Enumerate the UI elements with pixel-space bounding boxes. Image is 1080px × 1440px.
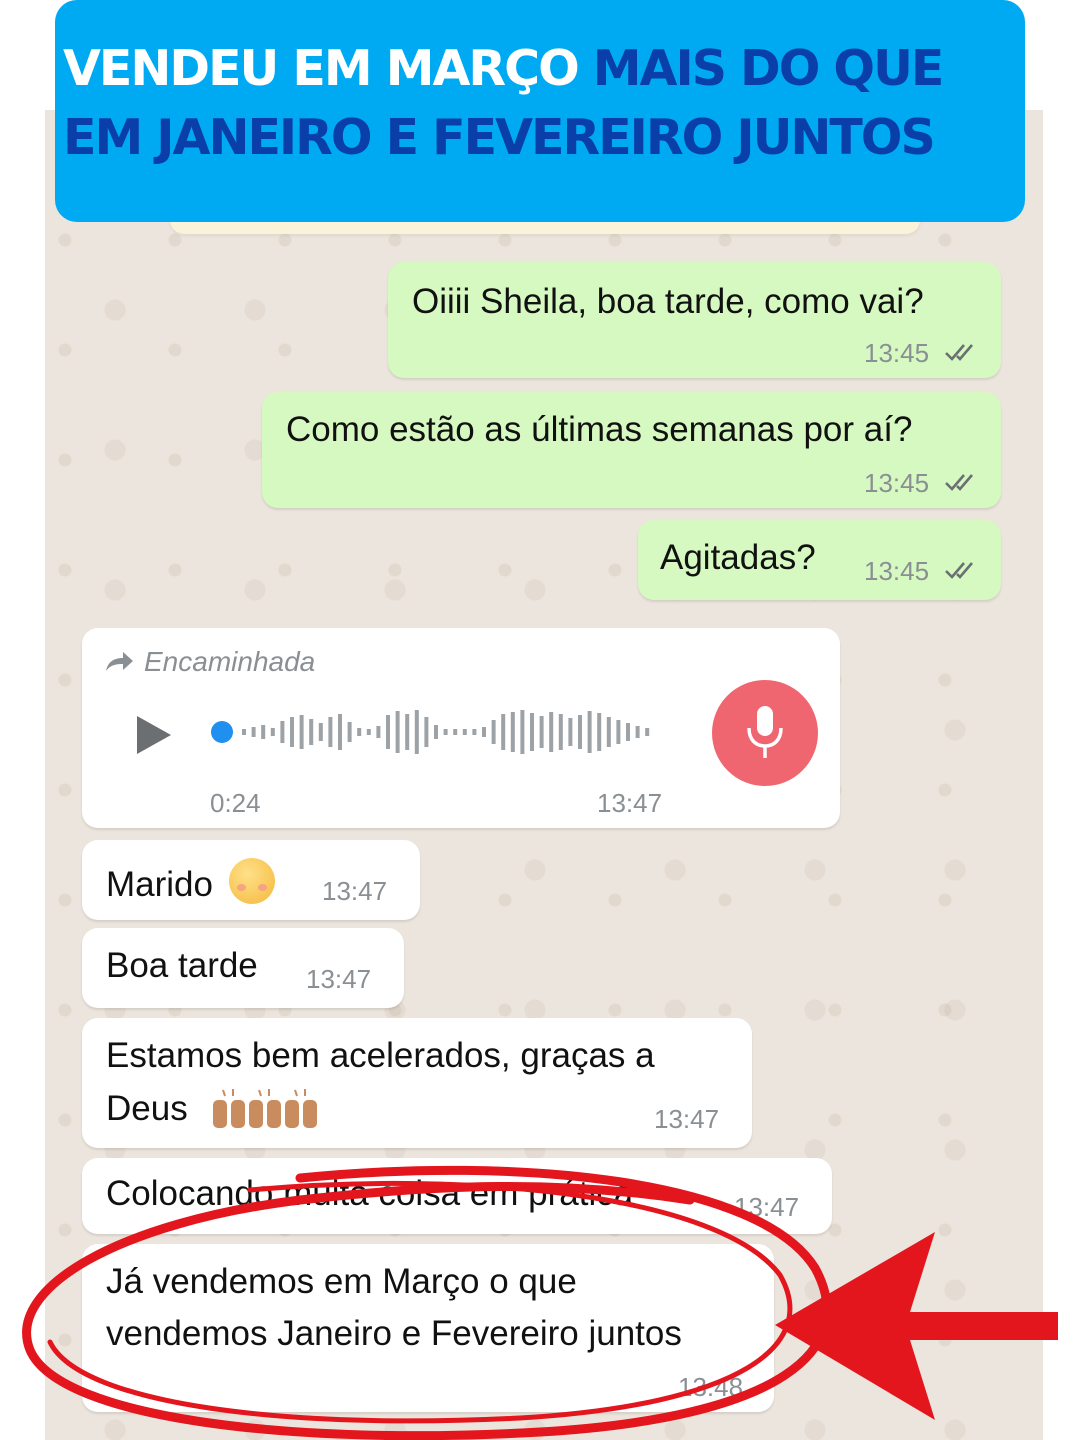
message-text: Marido — [106, 858, 275, 905]
outgoing-message-3[interactable]: Agitadas? 13:45 — [638, 520, 1001, 600]
message-time: 13:47 — [306, 964, 372, 994]
message-text: Colocando muita coisa em prática — [106, 1174, 634, 1213]
forwarded-text: Encaminhada — [144, 646, 316, 677]
message-text: Como estão as últimas semanas por aí? — [286, 410, 913, 449]
headline-blue-text: MAIS DO QUE — [592, 40, 945, 97]
incoming-message-5[interactable]: Já vendemos em Março o que vendemos Jane… — [82, 1244, 774, 1412]
message-time: 13:47 — [597, 788, 663, 818]
outgoing-message-1[interactable]: Oiiii Sheila, boa tarde, como vai? 13:45 — [388, 262, 1001, 378]
double-check-icon — [944, 472, 980, 492]
audio-waveform[interactable] — [202, 702, 662, 762]
message-text: Agitadas? — [660, 538, 816, 577]
headline-banner: VENDEU EM MARÇO MAIS DO QUE EM JANEIRO E… — [55, 0, 1025, 222]
incoming-message-1[interactable]: Marido 13:47 — [82, 840, 420, 920]
outgoing-message-2[interactable]: Como estão as últimas semanas por aí? 13… — [262, 392, 1001, 508]
forward-arrow-icon — [104, 648, 134, 680]
message-time: 13:45 — [864, 556, 930, 586]
message-text-line-1: Estamos bem acelerados, graças a — [106, 1036, 655, 1075]
message-text-line-2: Deus — [106, 1086, 319, 1139]
double-check-icon — [944, 560, 980, 580]
double-check-icon — [944, 342, 980, 362]
message-text-content: Marido — [106, 865, 213, 904]
headline-white-text: VENDEU EM MARÇO — [63, 40, 593, 97]
message-time: 13:47 — [322, 876, 388, 906]
incoming-message-4[interactable]: Colocando muita coisa em prática 13:47 — [82, 1158, 832, 1234]
message-time: 13:47 — [734, 1192, 800, 1222]
incoming-message-3[interactable]: Estamos bem acelerados, graças a Deus 13… — [82, 1018, 752, 1148]
forwarded-label: Encaminhada — [104, 646, 315, 680]
raising-hands-emoji — [209, 1086, 319, 1139]
incoming-message-2[interactable]: Boa tarde 13:47 — [82, 928, 404, 1008]
microphone-button[interactable] — [712, 680, 818, 786]
headline-line-2: EM JANEIRO E FEVEREIRO JUNTOS — [63, 109, 936, 166]
message-time: 13:45 — [864, 468, 930, 498]
message-time: 13:47 — [654, 1104, 720, 1134]
smiling-face-emoji — [228, 858, 275, 904]
message-text: Oiiii Sheila, boa tarde, como vai? — [412, 282, 924, 321]
audio-duration: 0:24 — [210, 788, 261, 818]
message-text-content: Deus — [106, 1089, 188, 1128]
message-text-line-2: vendemos Janeiro e Fevereiro juntos — [106, 1314, 682, 1353]
microphone-icon — [747, 706, 783, 758]
play-icon[interactable] — [134, 714, 174, 765]
playhead-dot — [211, 721, 233, 743]
message-time: 13:45 — [864, 338, 930, 368]
forwarded-audio-message[interactable]: Encaminhada 0:24 13:47 — [82, 628, 840, 828]
headline-line-1: VENDEU EM MARÇO MAIS DO QUE — [63, 44, 1025, 93]
message-text: Boa tarde — [106, 946, 258, 985]
message-time: 13:48 — [678, 1372, 744, 1402]
message-text-line-1: Já vendemos em Março o que — [106, 1262, 577, 1301]
